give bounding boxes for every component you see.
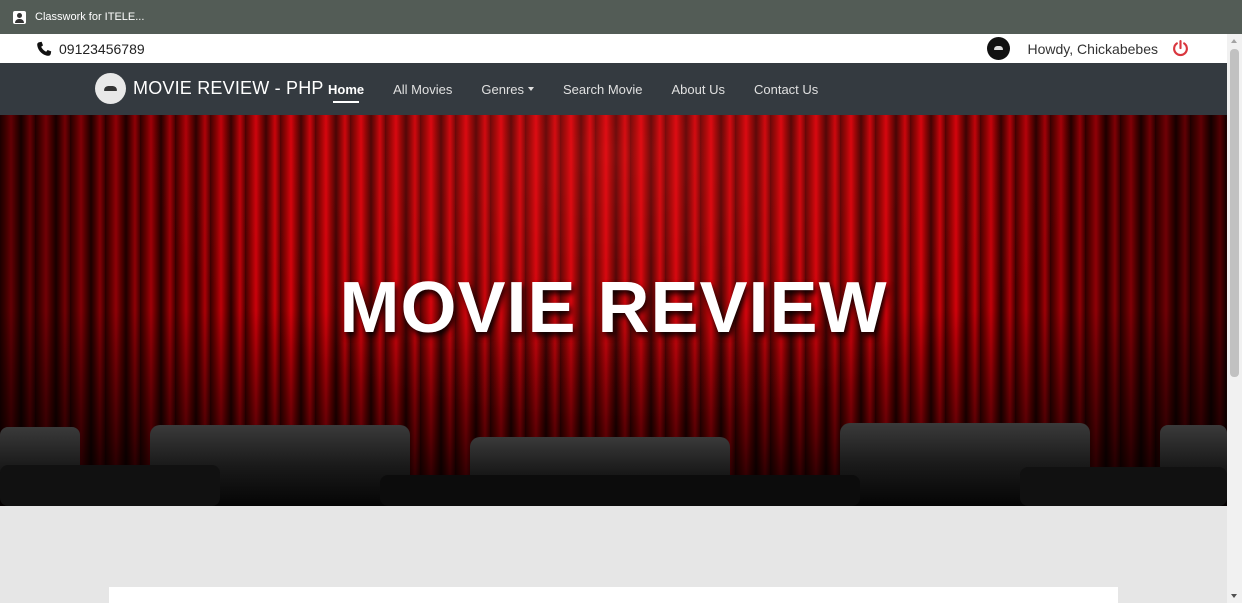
greeting-text[interactable]: Howdy, Chickabebes [1028,41,1158,57]
brand-logo-icon [95,73,126,104]
top-info-bar: 09123456789 Howdy, Chickabebes [0,34,1227,63]
hero-banner: MOVIE REVIEW [0,115,1227,506]
brand-title: MOVIE REVIEW - PHP [133,78,324,98]
nav-contact-us[interactable]: Contact Us [754,82,818,97]
phone-contact: 09123456789 [36,34,145,63]
nav-home[interactable]: Home [328,82,364,103]
brand[interactable]: MOVIE REVIEW - PHP [95,73,324,104]
nav-all-movies[interactable]: All Movies [393,82,452,97]
avatar[interactable] [986,37,1010,60]
phone-icon [37,41,52,56]
phone-number: 09123456789 [59,40,145,57]
power-icon[interactable] [1172,40,1189,57]
scroll-down-icon[interactable] [1231,594,1237,598]
caret-down-icon [528,87,535,92]
user-area: Howdy, Chickabebes [986,34,1189,63]
scroll-thumb[interactable] [1230,49,1239,377]
nav-search-movie[interactable]: Search Movie [563,82,642,97]
vertical-scrollbar[interactable] [1227,34,1242,603]
nav-genres-dropdown[interactable]: Genres [481,81,535,97]
nav-links: Home All Movies Genres Search Movie Abou… [328,63,847,115]
window-titlebar: Classwork for ITELE... [0,0,1242,34]
nav-genres-label: Genres [481,81,525,97]
page-viewport: 09123456789 Howdy, Chickabebes MOVIE REV… [0,34,1227,603]
window-title: Classwork for ITELE... [35,11,145,23]
main-navbar: MOVIE REVIEW - PHP Home All Movies Genre… [0,63,1227,115]
content-card [109,587,1118,603]
nav-about-us[interactable]: About Us [672,82,725,97]
scroll-up-icon[interactable] [1231,39,1237,43]
person-icon [13,10,26,24]
hero-title: MOVIE REVIEW [339,268,888,348]
